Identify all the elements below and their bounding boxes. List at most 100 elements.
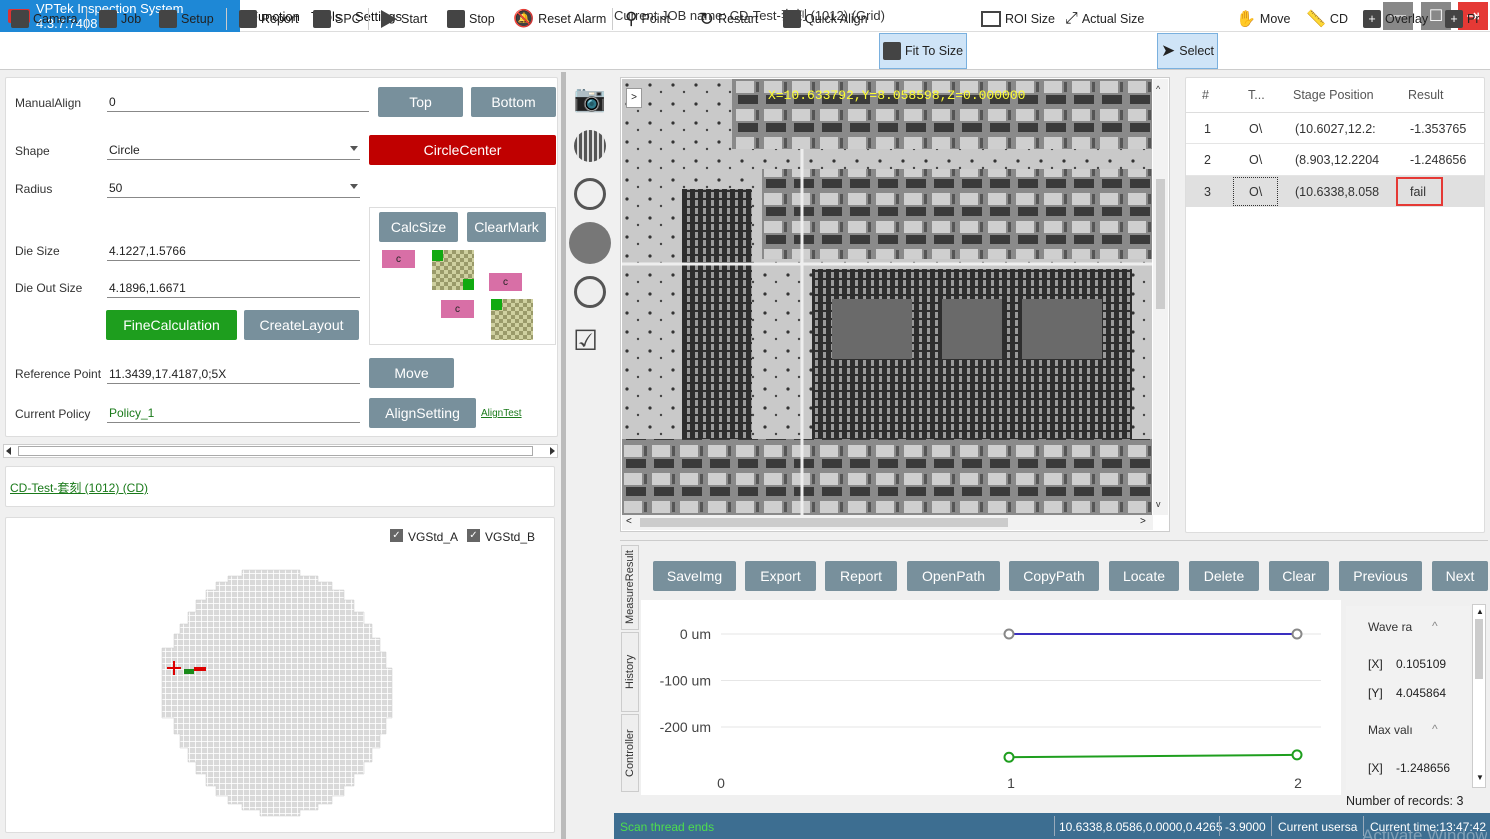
image-horizontal-scrollbar[interactable]: < >: [622, 515, 1153, 530]
scroll-left-icon[interactable]: <: [626, 516, 632, 527]
restart-icon: ↻: [699, 8, 715, 29]
report-result-button[interactable]: Report: [825, 561, 897, 591]
image-vertical-scrollbar[interactable]: ^ v: [1153, 79, 1168, 515]
horizontal-scrollbar[interactable]: [3, 444, 558, 458]
select-button[interactable]: ➤ Select: [1157, 33, 1218, 69]
col-header-index[interactable]: #: [1202, 88, 1209, 102]
tab-history[interactable]: History: [621, 632, 639, 712]
mark-box[interactable]: c: [441, 300, 474, 318]
roi-size-button[interactable]: ROI Size: [978, 6, 1058, 32]
align-tool-icon[interactable]: [569, 222, 611, 264]
align-test-link[interactable]: AlignTest: [481, 408, 522, 419]
legend-scrollbar[interactable]: ▲ ▼: [1472, 604, 1486, 788]
radius-select[interactable]: 50: [107, 178, 360, 198]
job-link[interactable]: CD-Test-套刻 (1012) (CD): [10, 479, 148, 496]
scroll-thumb[interactable]: [640, 518, 1008, 527]
expand-panel-button[interactable]: >: [626, 88, 642, 108]
image-tool-icon[interactable]: [574, 276, 606, 308]
checkbox-vgstd-b[interactable]: ✓: [467, 529, 480, 542]
report-button[interactable]: Report: [236, 6, 302, 32]
row-type: O\: [1249, 185, 1263, 199]
start-button[interactable]: Start: [378, 6, 430, 32]
wafer-map[interactable]: [160, 568, 400, 818]
point-button[interactable]: ⚲ Point: [622, 6, 673, 32]
die-size-input[interactable]: 4.1227,1.5766: [107, 241, 360, 261]
camera-icon[interactable]: 📷: [573, 82, 607, 114]
quick-align-label: Quick Align: [805, 12, 868, 26]
restart-button[interactable]: ↻ Restart: [696, 6, 761, 32]
col-header-stage-position[interactable]: Stage Position: [1293, 88, 1374, 102]
tab-controller[interactable]: Controller: [621, 714, 639, 792]
calc-size-button[interactable]: CalcSize: [379, 212, 458, 242]
move-button[interactable]: Move: [369, 358, 454, 388]
scroll-up-icon[interactable]: ^: [1156, 84, 1160, 94]
reference-point-input[interactable]: 11.3439,17.4187,0;5X: [107, 364, 360, 384]
microscope-image[interactable]: [622, 79, 1152, 515]
move-button[interactable]: ✋ Move: [1233, 6, 1294, 32]
scroll-thumb[interactable]: [18, 446, 533, 456]
scroll-thumb[interactable]: [1156, 179, 1165, 309]
checkbox-vgstd-a[interactable]: ✓: [390, 529, 403, 542]
chevron-up-icon[interactable]: ^: [1432, 619, 1438, 633]
y-tick-label: -200 um: [660, 719, 711, 735]
wafer-settings-icon[interactable]: [574, 178, 606, 210]
stop-button[interactable]: Stop: [444, 6, 498, 32]
scroll-down-icon[interactable]: v: [1156, 499, 1161, 509]
col-header-result[interactable]: Result: [1408, 88, 1443, 102]
manual-align-input[interactable]: 0: [107, 92, 369, 112]
current-policy-value[interactable]: Policy_1: [107, 403, 360, 423]
create-layout-button[interactable]: CreateLayout: [244, 310, 359, 340]
row-result: -1.353765: [1410, 122, 1467, 136]
export-button[interactable]: Export: [745, 561, 816, 591]
pr-button[interactable]: + Pr: [1442, 6, 1483, 32]
save-img-button[interactable]: SaveImg: [653, 561, 736, 591]
scroll-right-icon[interactable]: >: [1140, 516, 1146, 527]
row-index: 3: [1204, 185, 1211, 199]
fine-calculation-button[interactable]: FineCalculation: [106, 310, 237, 340]
quick-align-button[interactable]: Quick Align: [780, 6, 871, 32]
locate-button[interactable]: Locate: [1109, 561, 1179, 591]
tab-measure-result[interactable]: MeasureResult: [621, 545, 639, 630]
mark-box[interactable]: c: [382, 250, 415, 268]
cd-button[interactable]: 📏 CD: [1303, 6, 1351, 32]
die-out-size-input[interactable]: 4.1896,1.6671: [107, 278, 360, 298]
delete-button[interactable]: Delete: [1189, 561, 1259, 591]
mark-box[interactable]: c: [489, 273, 522, 291]
camera-icon: [11, 10, 29, 28]
clear-button[interactable]: Clear: [1269, 561, 1329, 591]
checklist-icon[interactable]: ☑: [573, 324, 607, 358]
vgstd-b-label: VGStd_B: [485, 530, 536, 544]
open-path-button[interactable]: OpenPath: [907, 561, 1000, 591]
top-button[interactable]: Top: [378, 87, 463, 117]
monitor-icon: [313, 10, 331, 28]
camera-button[interactable]: Camera: [8, 6, 80, 32]
previous-button[interactable]: Previous: [1339, 561, 1422, 591]
next-button[interactable]: Next: [1432, 561, 1488, 591]
setup-button[interactable]: Setup: [156, 6, 217, 32]
reset-alarm-button[interactable]: 🔕 Reset Alarm: [510, 6, 609, 32]
max-x-value: -1.248656: [1396, 761, 1451, 775]
align-setting-button[interactable]: AlignSetting: [369, 398, 476, 428]
die-size-label: Die Size: [15, 244, 60, 258]
job-button[interactable]: Job: [96, 6, 144, 32]
toolbar-divider: [226, 8, 227, 30]
toolbar-divider: [86, 8, 87, 30]
scroll-thumb[interactable]: [1475, 619, 1483, 679]
circle-center-button[interactable]: CircleCenter: [369, 135, 556, 165]
fit-to-size-button[interactable]: Fit To Size: [879, 33, 968, 69]
copy-path-button[interactable]: CopyPath: [1009, 561, 1099, 591]
actual-size-button[interactable]: ⤢ Actual Size: [1062, 6, 1147, 32]
overlay-button[interactable]: + Overlay: [1360, 6, 1431, 32]
panel-splitter[interactable]: [561, 72, 566, 839]
wafer-icon[interactable]: [574, 130, 606, 162]
shape-select[interactable]: Circle: [107, 140, 360, 160]
scroll-right-icon[interactable]: [550, 447, 555, 455]
bottom-button[interactable]: Bottom: [471, 87, 556, 117]
scroll-down-icon[interactable]: ▼: [1476, 773, 1484, 782]
scroll-left-icon[interactable]: [6, 447, 11, 455]
spc-button[interactable]: SPC: [310, 6, 364, 32]
chevron-up-icon[interactable]: ^: [1432, 722, 1438, 736]
clear-mark-button[interactable]: ClearMark: [467, 212, 546, 242]
col-header-type[interactable]: T...: [1248, 88, 1265, 102]
scroll-up-icon[interactable]: ▲: [1476, 607, 1484, 616]
